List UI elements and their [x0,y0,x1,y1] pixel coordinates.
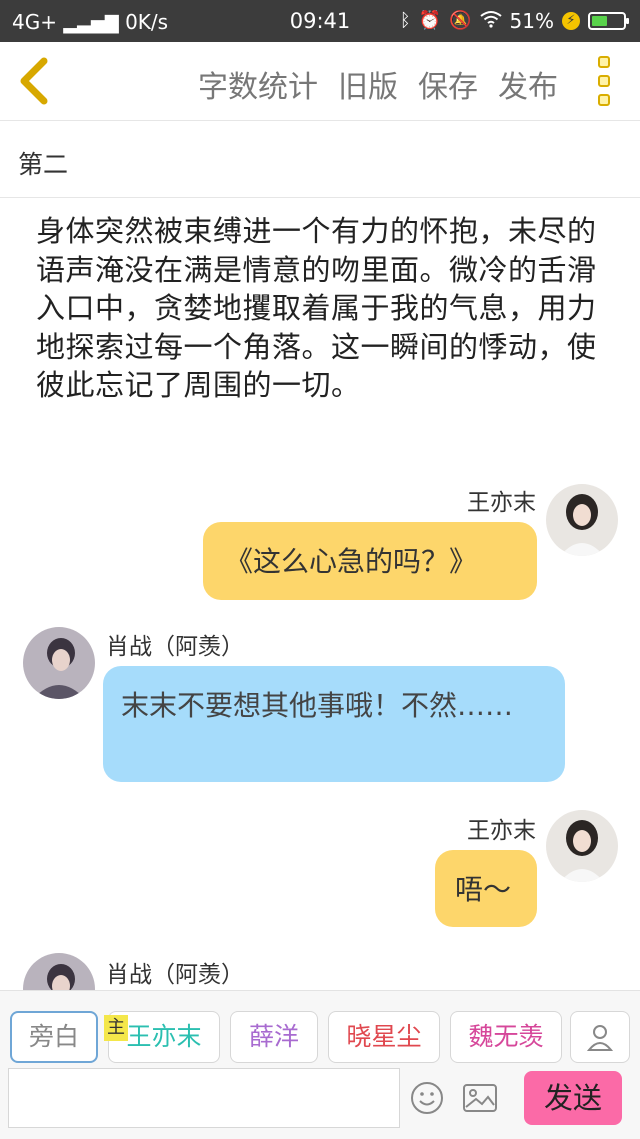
narration-text: 身体突然被束缚进一个有力的怀抱，未尽的语声淹没在满是情意的吻里面。微冷的舌滑入口… [36,214,597,402]
chat-bubble: 唔～ [435,850,537,927]
speaker-name: 肖战（阿羡） [106,634,244,660]
chat-bubble: 末末不要想其他事哦！不然…… [103,666,565,782]
speaker-name: 王亦末 [467,818,536,844]
role-label: 魏无羡 [468,1022,544,1051]
main-role-badge: 主 [104,1015,128,1041]
avatar[interactable] [546,484,618,556]
wifi-icon [479,10,502,33]
role-button-xiaoxingchen[interactable]: 晓星尘 [328,1011,440,1063]
charging-icon: ⚡ [562,12,580,30]
role-label: 旁白 [28,1022,79,1051]
role-label: 晓星尘 [346,1022,422,1051]
word-count-button[interactable]: 字数统计 [198,62,318,106]
speaker-name: 王亦末 [467,490,536,516]
publish-button[interactable]: 发布 [498,62,558,106]
speaker-name: 肖战（阿羡） [106,962,244,988]
mute-icon: 🔕 [449,10,472,31]
more-vertical-icon[interactable] [598,56,614,106]
alarm-icon: ⏰ [418,10,442,31]
role-button-xueyang[interactable]: 薛洋 [230,1011,318,1063]
add-role-button[interactable] [570,1011,630,1063]
smiley-icon[interactable] [410,1081,444,1115]
person-icon [586,1025,614,1051]
role-button-weiwuxian[interactable]: 魏无羡 [450,1011,562,1063]
role-button-narrator[interactable]: 旁白 [10,1011,98,1063]
battery-percent: 51% [509,9,554,33]
old-version-button[interactable]: 旧版 [338,62,398,106]
chapter-title: 第二 [18,150,69,179]
status-bar: 4G+ ▂▃▅▇ 0K/s 09:41 ᛒ ⏰ 🔕 51% ⚡ [0,0,640,42]
message-input[interactable] [8,1068,400,1128]
bluetooth-icon: ᛒ [399,10,411,31]
nav-actions: 字数统计 旧版 保存 发布 [198,62,558,106]
composer-panel: 旁白 王亦末 主 薛洋 晓星尘 魏无羡 发送 [0,990,640,1139]
status-right: ᛒ ⏰ 🔕 51% ⚡ [399,9,629,33]
role-label: 薛洋 [248,1022,299,1051]
chevron-left-icon[interactable] [14,56,54,106]
role-label: 王亦末 [126,1022,202,1051]
send-button[interactable]: 发送 [524,1071,622,1125]
avatar[interactable] [23,627,95,699]
chapter-title-bar[interactable]: 第二 [0,121,640,198]
top-navbar: 字数统计 旧版 保存 发布 [0,42,640,121]
save-button[interactable]: 保存 [418,62,478,106]
avatar[interactable] [546,810,618,882]
chat-bubble: 《这么心急的吗？》 [203,522,537,600]
battery-icon [588,12,629,30]
image-icon[interactable] [462,1081,498,1115]
